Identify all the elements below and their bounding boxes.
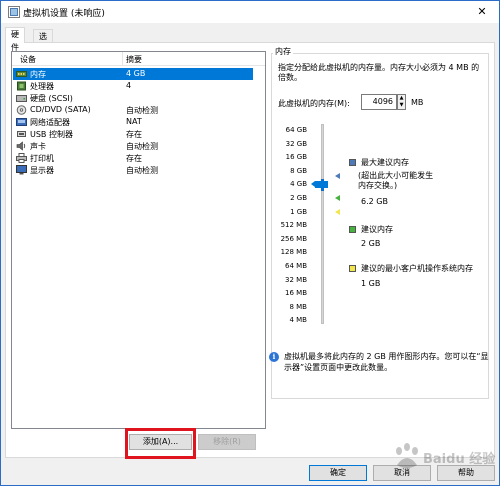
processor-icon [17,81,26,91]
info-icon: i [269,352,279,362]
spin-up-icon[interactable]: ▲ [398,95,405,102]
device-name: 内存 [30,70,46,79]
min-guest-os-marker [335,208,340,215]
device-name: 网络适配器 [30,118,70,127]
device-summary: 自动检测 [126,166,158,175]
device-summary: 自动检测 [126,106,158,115]
device-summary: 存在 [126,130,142,139]
memory-slider-thumb[interactable] [311,181,328,189]
memory-spinner[interactable]: ▲ ▼ [397,94,406,110]
scale-tick: 128 MB [280,248,307,257]
sound-card-icon [16,141,26,151]
legend-max-recommended-title: 最大建议内存 [361,158,409,167]
device-summary: 存在 [126,154,142,163]
device-name: 声卡 [30,142,46,151]
device-row-display[interactable]: 显示器 自动检测 [13,164,253,176]
baidu-watermark: Baidu 经验 [396,443,496,468]
tab-hardware[interactable]: 硬件 [5,27,25,52]
scale-tick: 64 GB [285,126,307,134]
device-list[interactable]: 设备 摘要 内存 4 GB 处理器 4 硬盘 (SCSI) CD/DVD (SA… [11,51,266,429]
usb-controller-icon [17,131,26,137]
device-list-header: 设备 摘要 [12,52,265,66]
scale-tick: 16 MB [285,289,307,298]
scale-tick: 64 MB [285,262,307,270]
device-row-cd-dvd[interactable]: CD/DVD (SATA) 自动检测 [13,104,253,116]
scale-tick: 2 GB [290,194,307,202]
device-name: USB 控制器 [30,130,73,139]
watermark-text: Baidu 经验 [423,451,496,467]
scale-tick: 4 GB [290,180,307,189]
legend-min-guest-swatch [349,265,356,272]
memory-slider-track[interactable] [321,124,324,324]
column-header-device[interactable]: 设备 [20,54,36,65]
legend-min-guest-value: 1 GB [361,279,381,288]
scale-tick: 4 MB [289,316,307,325]
device-row-network-adapter[interactable]: 网络适配器 NAT [13,116,253,128]
hard-disk-icon [16,95,27,102]
ok-button[interactable]: 确定 [309,465,367,481]
add-button-highlight [125,428,196,459]
memory-description: 指定分配给此虚拟机的内存量。内存大小必须为 4 MB 的倍数。 [278,63,480,82]
device-summary: NAT [126,117,142,126]
device-row-usb-controller[interactable]: USB 控制器 存在 [13,128,253,140]
graphics-memory-info: 虚拟机最多将此内存的 2 GB 用作图形内存。您可以在“显示器”设置页面中更改此… [284,352,489,372]
scale-tick: 16 GB [285,153,307,162]
device-summary: 4 GB [126,69,146,78]
display-icon [16,165,27,175]
device-row-printer[interactable]: 打印机 存在 [13,152,253,164]
network-adapter-icon [16,118,27,126]
legend-recommended-swatch [349,226,356,233]
memory-value-input[interactable]: 4096 [361,94,397,110]
memory-icon [16,71,27,77]
cd-dvd-icon [16,105,27,115]
column-header-summary[interactable]: 摘要 [126,54,142,65]
scale-tick: 32 MB [285,275,307,284]
memory-group-title: 内存 [273,46,293,57]
scale-tick: 8 GB [290,166,307,175]
legend-max-recommended-note: (超出此大小可能发生内存交换。) [358,171,434,190]
scale-tick: 1 GB [290,207,307,216]
device-row-sound-card[interactable]: 声卡 自动检测 [13,140,253,152]
close-icon: ✕ [477,5,487,18]
scale-tick: 8 MB [289,302,307,311]
scale-tick: 256 MB [280,234,307,243]
legend-recommended-title: 建议内存 [361,225,393,234]
device-row-hard-disk[interactable]: 硬盘 (SCSI) [13,92,253,104]
column-separator[interactable] [122,52,123,66]
device-name: 打印机 [30,154,54,163]
device-summary: 4 [126,81,132,90]
tab-options[interactable]: 选项 [33,29,53,54]
vm-settings-window: 虚拟机设置 (未响应) ✕ 硬件 选项 设备 摘要 内存 4 GB 处理器 4 … [0,0,500,486]
printer-icon [16,153,27,163]
scale-tick: 512 MB [280,221,307,230]
device-name: 显示器 [30,166,54,175]
remove-device-button[interactable]: 移除(R) [198,434,256,450]
recommended-marker [335,195,340,201]
spin-down-icon[interactable]: ▼ [398,102,405,109]
legend-max-recommended-value: 6.2 GB [361,197,388,206]
device-row-memory[interactable]: 内存 4 GB [13,68,253,80]
close-button[interactable]: ✕ [469,3,495,21]
max-recommended-marker [335,172,340,179]
window-title: 虚拟机设置 (未响应) [23,9,105,19]
legend-max-recommended-swatch [349,159,356,166]
memory-field-label: 此虚拟机的内存(M): [278,99,350,108]
device-name: 处理器 [30,82,54,91]
memory-unit: MB [411,98,424,107]
device-name: 硬盘 (SCSI) [30,94,73,103]
legend-recommended-value: 2 GB [361,239,381,248]
scale-tick: 32 GB [285,139,307,148]
device-name: CD/DVD (SATA) [30,105,91,114]
vmware-app-icon [8,6,20,18]
device-summary: 自动检测 [126,142,158,151]
device-row-processor[interactable]: 处理器 4 [13,80,253,92]
legend-min-guest-title: 建议的最小客户机操作系统内存 [361,264,473,273]
title-bar: 虚拟机设置 (未响应) ✕ [1,1,499,23]
